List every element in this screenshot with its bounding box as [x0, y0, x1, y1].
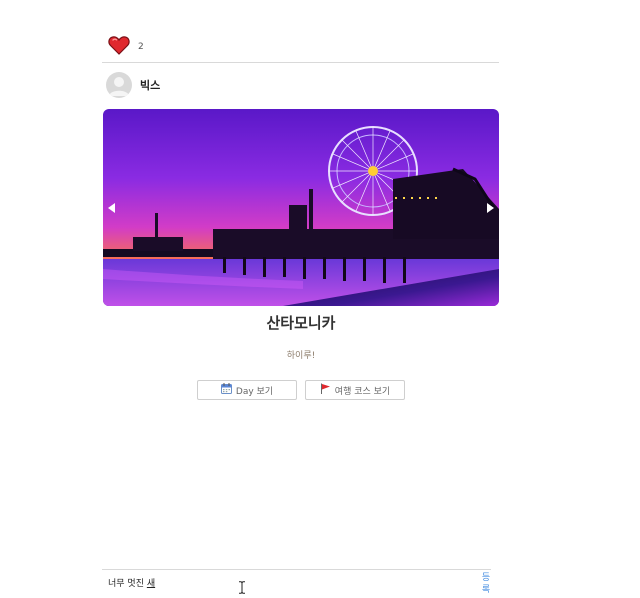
chevron-right-icon — [487, 203, 494, 213]
like-row: 2 — [108, 36, 144, 58]
travel-course-label: 여행 코스 보기 — [334, 386, 391, 397]
like-count: 2 — [138, 42, 144, 52]
comment-area: 너무 멋진 새 — [102, 570, 492, 596]
santa-monica-pier-photo — [103, 109, 499, 306]
photo-carousel[interactable] — [103, 109, 499, 306]
calendar-icon — [220, 383, 232, 397]
travel-course-button[interactable]: 여행 코스 보기 — [305, 380, 405, 400]
text-cursor-icon — [238, 579, 246, 598]
post-subtitle: 하이루! — [286, 351, 316, 361]
author-name[interactable]: 빅스 — [140, 77, 160, 93]
day-view-label: Day 보기 — [235, 386, 274, 397]
divider — [102, 62, 499, 63]
post-title: 산타모니카 — [266, 314, 336, 332]
flag-icon — [320, 383, 331, 397]
user-icon — [109, 77, 129, 96]
day-view-button[interactable]: Day 보기 — [197, 380, 297, 400]
heart-icon[interactable] — [108, 35, 130, 59]
carousel-prev-button[interactable] — [105, 201, 119, 215]
comment-composing-char: 새 — [146, 579, 156, 589]
comment-text: 너무 멋진 — [108, 579, 147, 589]
comment-submit-button[interactable]: 등록 — [480, 572, 492, 596]
chevron-left-icon — [108, 203, 115, 213]
carousel-next-button[interactable] — [483, 201, 497, 215]
avatar[interactable] — [106, 72, 132, 98]
comment-input[interactable]: 너무 멋진 새 — [108, 576, 155, 589]
post-author: 빅스 — [106, 72, 160, 98]
